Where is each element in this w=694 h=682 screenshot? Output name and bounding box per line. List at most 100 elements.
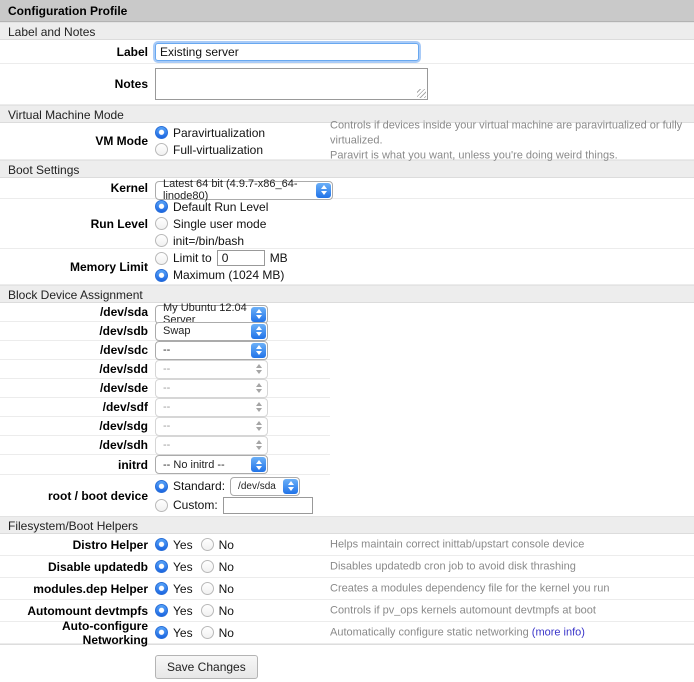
- initrd-label: initrd: [0, 458, 148, 472]
- radio-init-bin-bash[interactable]: init=/bin/bash: [155, 233, 268, 249]
- helper-row-updatedb: Disable updatedb Yes No Disables updated…: [0, 556, 694, 578]
- radio-label: init=/bin/bash: [173, 234, 244, 248]
- helper-help: Controls if pv_ops kernels automount dev…: [330, 603, 690, 618]
- standard-label: Standard:: [173, 479, 225, 493]
- custom-device-input[interactable]: [223, 497, 313, 514]
- select-arrows-icon: [283, 479, 298, 494]
- select-value: --: [163, 439, 170, 451]
- radio-unselected-icon[interactable]: [155, 252, 168, 265]
- memory-unit-label: MB: [270, 251, 288, 265]
- device-sdb-select[interactable]: Swap: [155, 322, 268, 341]
- kernel-row: Kernel Latest 64 bit (4.9.7-x86_64-linod…: [0, 178, 694, 199]
- yes-label: Yes: [173, 604, 193, 618]
- select-value: --: [163, 344, 170, 356]
- device-sdc-select[interactable]: --: [155, 341, 268, 360]
- device-row-sdc: /dev/sdc --: [0, 341, 330, 360]
- select-arrows-icon: [251, 307, 266, 322]
- memory-limit-label: Memory Limit: [0, 260, 148, 274]
- no-label: No: [219, 604, 234, 618]
- select-arrows-icon: [251, 457, 266, 472]
- select-value: Swap: [163, 325, 191, 337]
- device-label: /dev/sdc: [0, 343, 148, 357]
- radio-no-icon[interactable]: [201, 626, 214, 639]
- label-field-label: Label: [0, 45, 148, 59]
- radio-label: Paravirtualization: [173, 126, 265, 140]
- radio-unselected-icon[interactable]: [155, 217, 168, 230]
- helper-label: Distro Helper: [0, 538, 148, 552]
- device-row-sda: /dev/sda My Ubuntu 12.04 Server: [0, 303, 330, 322]
- radio-yes-icon[interactable]: [155, 538, 168, 551]
- radio-no-icon[interactable]: [201, 604, 214, 617]
- device-sdf-select: --: [155, 398, 268, 417]
- device-label: /dev/sda: [0, 305, 148, 319]
- vm-mode-help: Controls if devices inside your virtual …: [330, 119, 690, 164]
- radio-limit-to[interactable]: Limit to MB: [155, 250, 288, 266]
- select-value: --: [163, 401, 170, 413]
- yes-label: Yes: [173, 626, 193, 640]
- radio-full-virtualization[interactable]: Full-virtualization: [155, 142, 265, 158]
- radio-selected-icon[interactable]: [155, 126, 168, 139]
- initrd-select[interactable]: -- No initrd --: [155, 455, 268, 474]
- device-row-sdf: /dev/sdf --: [0, 398, 330, 417]
- device-row-sdb: /dev/sdb Swap: [0, 322, 330, 341]
- select-arrows-icon: [316, 183, 331, 198]
- helper-label: modules.dep Helper: [0, 582, 148, 596]
- radio-selected-icon[interactable]: [155, 200, 168, 213]
- radio-unselected-icon[interactable]: [155, 143, 168, 156]
- radio-yes-icon[interactable]: [155, 560, 168, 573]
- notes-textarea[interactable]: [155, 68, 428, 100]
- device-label: /dev/sdd: [0, 362, 148, 376]
- root-boot-device-label: root / boot device: [0, 489, 148, 503]
- radio-default-run-level[interactable]: Default Run Level: [155, 199, 268, 215]
- device-label: /dev/sdh: [0, 438, 148, 452]
- resize-grip-icon[interactable]: [417, 89, 426, 98]
- radio-no-icon[interactable]: [201, 538, 214, 551]
- footer: Save Changes: [0, 644, 694, 679]
- helper-label: Automount devtmpfs: [0, 604, 148, 618]
- device-sdh-select: --: [155, 436, 268, 455]
- save-changes-button[interactable]: Save Changes: [155, 655, 258, 679]
- radio-paravirtualization[interactable]: Paravirtualization: [155, 125, 265, 141]
- radio-selected-icon[interactable]: [155, 480, 168, 493]
- notes-field-label: Notes: [0, 77, 148, 91]
- yes-label: Yes: [173, 538, 193, 552]
- radio-label: Maximum (1024 MB): [173, 268, 284, 282]
- select-arrows-icon: [251, 343, 266, 358]
- radio-custom[interactable]: Custom:: [155, 497, 313, 513]
- select-value: --: [163, 420, 170, 432]
- radio-yes-icon[interactable]: [155, 604, 168, 617]
- standard-device-select[interactable]: /dev/sda: [230, 477, 300, 496]
- radio-maximum[interactable]: Maximum (1024 MB): [155, 267, 288, 283]
- custom-label: Custom:: [173, 498, 218, 512]
- radio-unselected-icon[interactable]: [155, 499, 168, 512]
- radio-yes-icon[interactable]: [155, 626, 168, 639]
- initrd-row: initrd -- No initrd --: [0, 455, 330, 475]
- select-value: --: [163, 382, 170, 394]
- radio-unselected-icon[interactable]: [155, 234, 168, 247]
- radio-selected-icon[interactable]: [155, 269, 168, 282]
- helper-label: Auto-configure Networking: [0, 619, 148, 647]
- radio-single-user-mode[interactable]: Single user mode: [155, 216, 268, 232]
- section-label-and-notes: Label and Notes: [0, 22, 694, 40]
- device-label: /dev/sdf: [0, 400, 148, 414]
- kernel-label: Kernel: [0, 181, 148, 195]
- notes-row: Notes: [0, 64, 694, 105]
- radio-yes-icon[interactable]: [155, 582, 168, 595]
- label-input[interactable]: [155, 43, 419, 61]
- run-level-label: Run Level: [0, 217, 148, 231]
- yes-label: Yes: [173, 582, 193, 596]
- helper-row-distro: Distro Helper Yes No Helps maintain corr…: [0, 534, 694, 556]
- helper-row-networking: Auto-configure Networking Yes No Automat…: [0, 622, 694, 644]
- select-arrows-icon: [251, 362, 266, 377]
- run-level-row: Run Level Default Run Level Single user …: [0, 199, 694, 249]
- section-block-device-assignment: Block Device Assignment: [0, 285, 694, 303]
- radio-no-icon[interactable]: [201, 582, 214, 595]
- memory-limit-input[interactable]: [217, 250, 265, 266]
- device-sdg-select: --: [155, 417, 268, 436]
- more-info-link[interactable]: (more info): [532, 626, 585, 638]
- label-row: Label: [0, 40, 694, 64]
- radio-no-icon[interactable]: [201, 560, 214, 573]
- kernel-select[interactable]: Latest 64 bit (4.9.7-x86_64-linode80): [155, 181, 333, 200]
- radio-standard[interactable]: Standard: /dev/sda: [155, 478, 313, 494]
- limit-to-label: Limit to: [173, 251, 212, 265]
